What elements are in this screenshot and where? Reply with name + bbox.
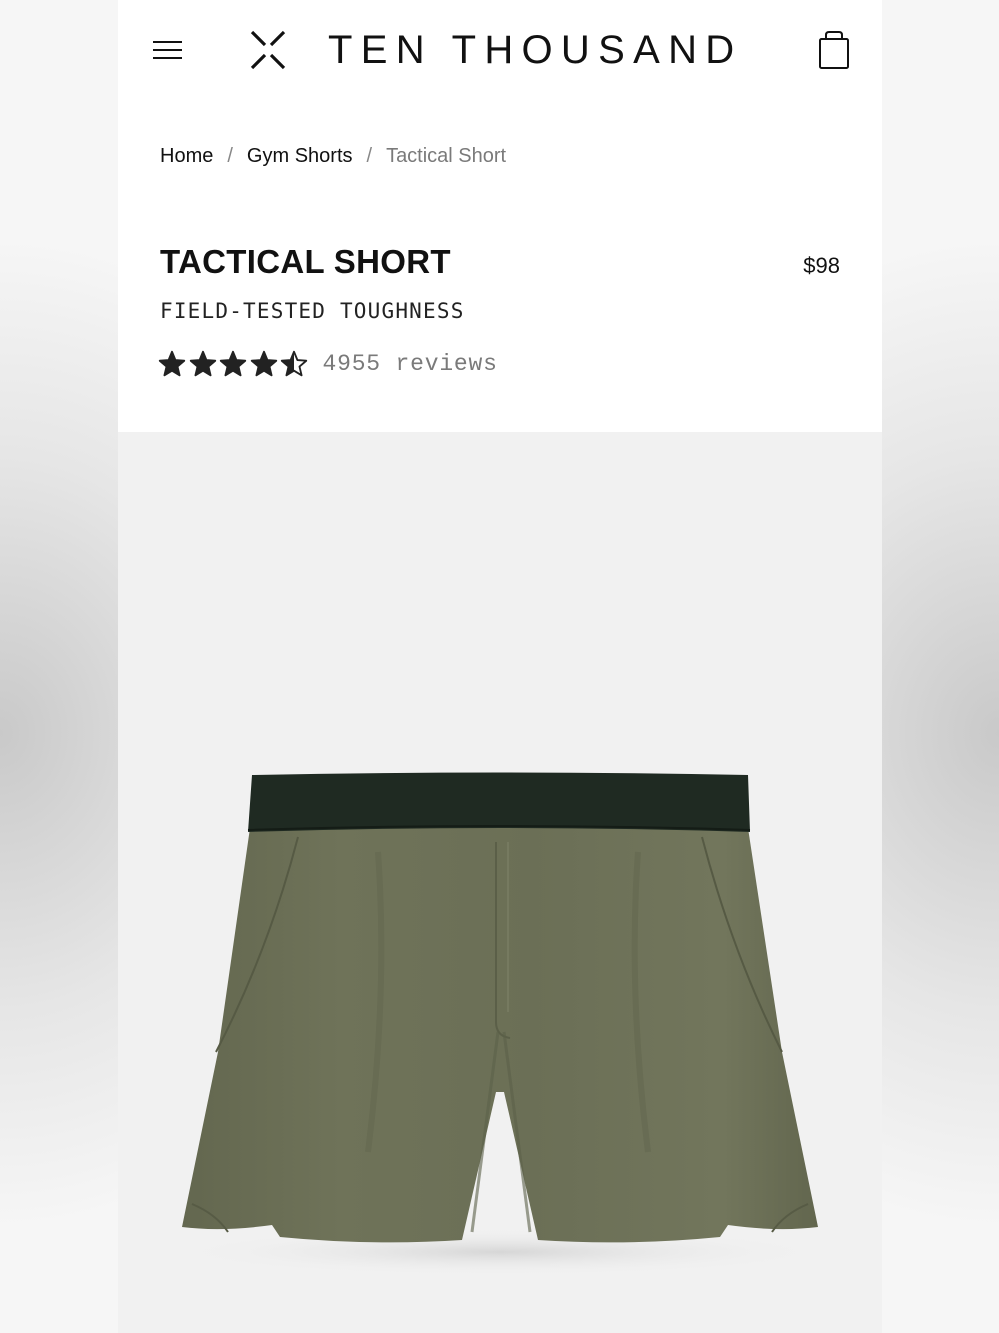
product-tagline: FIELD-TESTED TOUGHNESS <box>160 299 465 323</box>
breadcrumb: Home / Gym Shorts / Tactical Short <box>160 142 506 170</box>
menu-button[interactable] <box>148 34 188 66</box>
cart-button[interactable] <box>814 30 854 72</box>
menu-icon-line <box>153 49 182 51</box>
star-icon <box>189 350 216 377</box>
breadcrumb-separator: / <box>366 145 373 167</box>
brand-wordmark[interactable]: TEN THOUSAND <box>328 27 758 73</box>
shorts-image <box>170 772 830 1276</box>
breadcrumb-gym-shorts-link[interactable]: Gym Shorts <box>247 145 353 167</box>
product-price: $98 <box>803 253 840 278</box>
breadcrumb-home-link[interactable]: Home <box>160 145 213 167</box>
product-rating[interactable]: 4955 reviews <box>158 346 498 382</box>
rating-stars <box>158 350 311 378</box>
brand-logo-icon[interactable] <box>246 28 290 72</box>
product-page: TEN THOUSAND Home / Gym Shorts / Tactical Sh… <box>118 0 882 1333</box>
review-count[interactable]: 4955 reviews <box>323 346 498 382</box>
star-icon <box>280 350 308 377</box>
star-icon <box>158 350 186 377</box>
site-header: TEN THOUSAND <box>118 0 882 100</box>
menu-icon-line <box>153 57 182 59</box>
product-image[interactable] <box>118 432 882 1333</box>
star-icon <box>250 350 277 377</box>
breadcrumb-separator: / <box>227 145 233 167</box>
breadcrumb-current-page: Tactical Short <box>386 145 507 167</box>
shopping-bag-icon <box>819 31 849 69</box>
product-title: TACTICAL SHORT <box>160 243 451 280</box>
star-icon <box>219 350 247 377</box>
menu-icon-line <box>153 41 182 43</box>
